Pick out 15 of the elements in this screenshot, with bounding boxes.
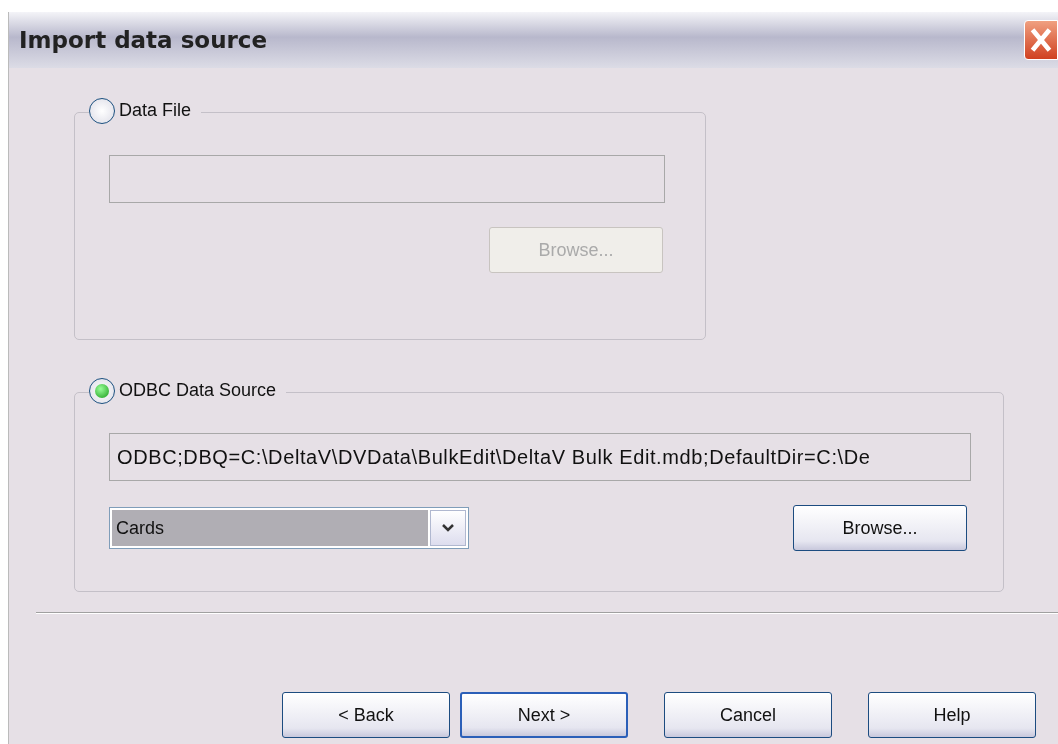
radio-button[interactable] <box>89 377 115 404</box>
radio-button[interactable] <box>89 97 115 124</box>
dialog-button[interactable]: Help <box>868 692 1036 738</box>
dialog-button[interactable]: < Back <box>282 692 450 738</box>
radio-label: Data File <box>119 99 192 122</box>
window-title: Import data source <box>19 25 268 55</box>
text-field[interactable] <box>109 155 665 203</box>
text-field[interactable]: ODBC;DBQ=C:\DeltaV\DVData\BulkEdit\DeltaV Bulk Edit.mdb;DefaultDir=C:\De <box>109 433 971 481</box>
chevron-down-icon <box>441 523 455 533</box>
table-dropdown[interactable]: Cards <box>109 507 469 549</box>
browse-button[interactable]: Browse... <box>793 505 967 551</box>
close-icon[interactable] <box>1024 20 1058 60</box>
radio-label: ODBC Data Source <box>119 379 277 402</box>
dialog-button[interactable]: Next > <box>460 692 628 738</box>
dialog-button[interactable]: Cancel <box>664 692 832 738</box>
